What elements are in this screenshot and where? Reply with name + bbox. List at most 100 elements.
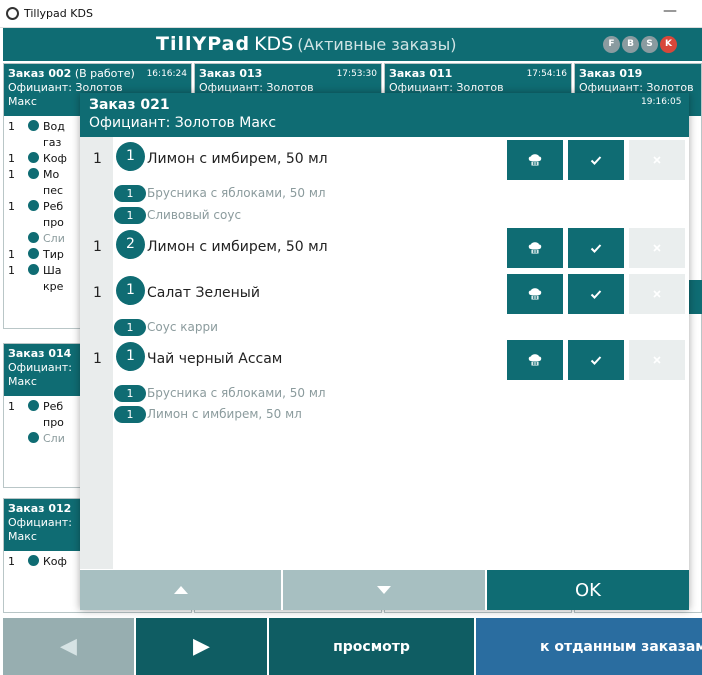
modifier-name: Лимон с имбирем, 50 мл: [147, 407, 302, 421]
dialog-title: Заказ 021: [89, 97, 170, 113]
checkmark-icon: [590, 156, 602, 165]
chef-button[interactable]: [507, 274, 563, 314]
ready-button[interactable]: [568, 274, 624, 314]
window-titlebar: Tillypad KDS —: [0, 0, 702, 28]
cancel-item-button[interactable]: [629, 228, 685, 268]
app-icon: [6, 7, 19, 20]
scroll-up-button[interactable]: [80, 570, 281, 610]
item-qty: 1: [93, 285, 102, 301]
dialog-header: Заказ 021 Официант: Золотов Макс 19:16:0…: [80, 93, 689, 137]
cancel-item-button[interactable]: [629, 140, 685, 180]
course-dot-icon: [28, 264, 39, 275]
order-item: 1 1 Салат Зеленый: [80, 271, 689, 317]
station-filter-badges: F B S K: [603, 36, 677, 53]
modifier-qty: 1: [114, 319, 146, 336]
item-modifier: 1 Сливовый соус: [80, 205, 689, 225]
course-dot-icon: [28, 432, 39, 443]
arrow-up-icon: [173, 586, 188, 594]
chef-button[interactable]: [507, 340, 563, 380]
filter-k-button[interactable]: K: [660, 36, 677, 53]
view-button[interactable]: просмотр: [269, 618, 474, 675]
ready-button[interactable]: [568, 340, 624, 380]
order-card-title: Заказ 012: [8, 502, 72, 515]
filter-b-button[interactable]: B: [622, 36, 639, 53]
modifier-name: Сливовый соус: [147, 208, 242, 222]
course-dot-icon: [28, 152, 39, 163]
logo: TillYPad KDS (Активные заказы): [156, 33, 456, 55]
scroll-down-button[interactable]: [283, 570, 485, 610]
chef-hat-icon: [528, 354, 542, 366]
checkmark-icon: [590, 244, 602, 253]
prev-page-button[interactable]: ◀: [3, 618, 134, 675]
item-qty: 1: [93, 351, 102, 367]
item-qty: 1: [93, 239, 102, 255]
filter-s-button[interactable]: S: [641, 36, 658, 53]
modifier-qty: 1: [114, 385, 146, 402]
close-icon: [653, 244, 661, 252]
order-card-019-accent: [687, 280, 702, 314]
order-card-waiter: Официант:: [8, 361, 72, 374]
order-item: 1 2 Лимон с имбирем, 50 мл: [80, 225, 689, 271]
order-card-waiter-name: Макс: [8, 530, 37, 543]
order-card-title: Заказ 011: [389, 67, 453, 80]
item-modifier: 1 Брусника с яблоками, 50 мл: [80, 183, 689, 203]
mode-label: (Активные заказы): [297, 35, 457, 54]
order-card-title: Заказ 014: [8, 347, 72, 360]
order-card-time: 17:53:30: [336, 69, 377, 79]
cancel-item-button[interactable]: [629, 340, 685, 380]
order-card-time: 16:16:24: [146, 69, 187, 79]
dialog-time: 19:16:05: [641, 97, 682, 107]
item-name: Чай черный Ассам: [147, 351, 283, 367]
item-name: Салат Зеленый: [147, 285, 260, 301]
ok-button[interactable]: OK: [487, 570, 689, 610]
chef-hat-icon: [528, 288, 542, 300]
checkmark-icon: [590, 290, 602, 299]
order-item: 1 1 Чай черный Ассам: [80, 337, 689, 383]
course-dot-icon: [28, 248, 39, 259]
modifier-qty: 1: [114, 406, 146, 423]
ready-button[interactable]: [568, 228, 624, 268]
modifier-name: Брусника с яблоками, 50 мл: [147, 186, 326, 200]
course-dot-icon: [28, 168, 39, 179]
course-badge: 1: [116, 142, 145, 171]
served-orders-button[interactable]: к отданным заказам: [476, 618, 702, 675]
course-badge: 1: [116, 276, 145, 305]
app-header: TillYPad KDS (Активные заказы) F B S K: [3, 28, 702, 61]
cancel-item-button[interactable]: [629, 274, 685, 314]
modifier-qty: 1: [114, 185, 146, 202]
window-title: Tillypad KDS: [24, 7, 93, 20]
course-dot-icon: [28, 555, 39, 566]
close-icon: [653, 356, 661, 364]
order-card-time: 17:54:16: [526, 69, 567, 79]
dialog-footer: OK: [80, 570, 689, 610]
item-name: Лимон с имбирем, 50 мл: [147, 239, 328, 255]
modifier-name: Соус карри: [147, 320, 218, 334]
order-card-title: Заказ 019: [579, 67, 643, 80]
course-badge: 1: [116, 342, 145, 371]
arrow-down-icon: [377, 586, 391, 594]
course-dot-icon: [28, 232, 39, 243]
logo-suffix: KDS: [254, 33, 294, 55]
order-card-waiter: Официант:: [8, 516, 72, 529]
order-item: 1 1 Лимон с имбирем, 50 мл: [80, 137, 689, 183]
minimize-button[interactable]: —: [663, 3, 677, 19]
next-page-button[interactable]: ▶: [136, 618, 267, 675]
ready-button[interactable]: [568, 140, 624, 180]
course-dot-icon: [28, 200, 39, 211]
chef-hat-icon: [528, 242, 542, 254]
item-name: Лимон с имбирем, 50 мл: [147, 151, 328, 167]
modifier-name: Брусника с яблоками, 50 мл: [147, 386, 326, 400]
chef-button[interactable]: [507, 140, 563, 180]
course-dot-icon: [28, 400, 39, 411]
chef-button[interactable]: [507, 228, 563, 268]
close-icon: [653, 156, 661, 164]
close-icon: [653, 290, 661, 298]
order-detail-dialog: Заказ 021 Официант: Золотов Макс 19:16:0…: [80, 93, 689, 610]
order-card-waiter-name: Макс: [8, 375, 37, 388]
logo-brand: TillYPad: [156, 33, 251, 55]
checkmark-icon: [590, 356, 602, 365]
course-badge: 2: [116, 230, 145, 259]
item-modifier: 1 Соус карри: [80, 317, 689, 337]
filter-f-button[interactable]: F: [603, 36, 620, 53]
item-modifier: 1 Брусника с яблоками, 50 мл: [80, 383, 689, 403]
